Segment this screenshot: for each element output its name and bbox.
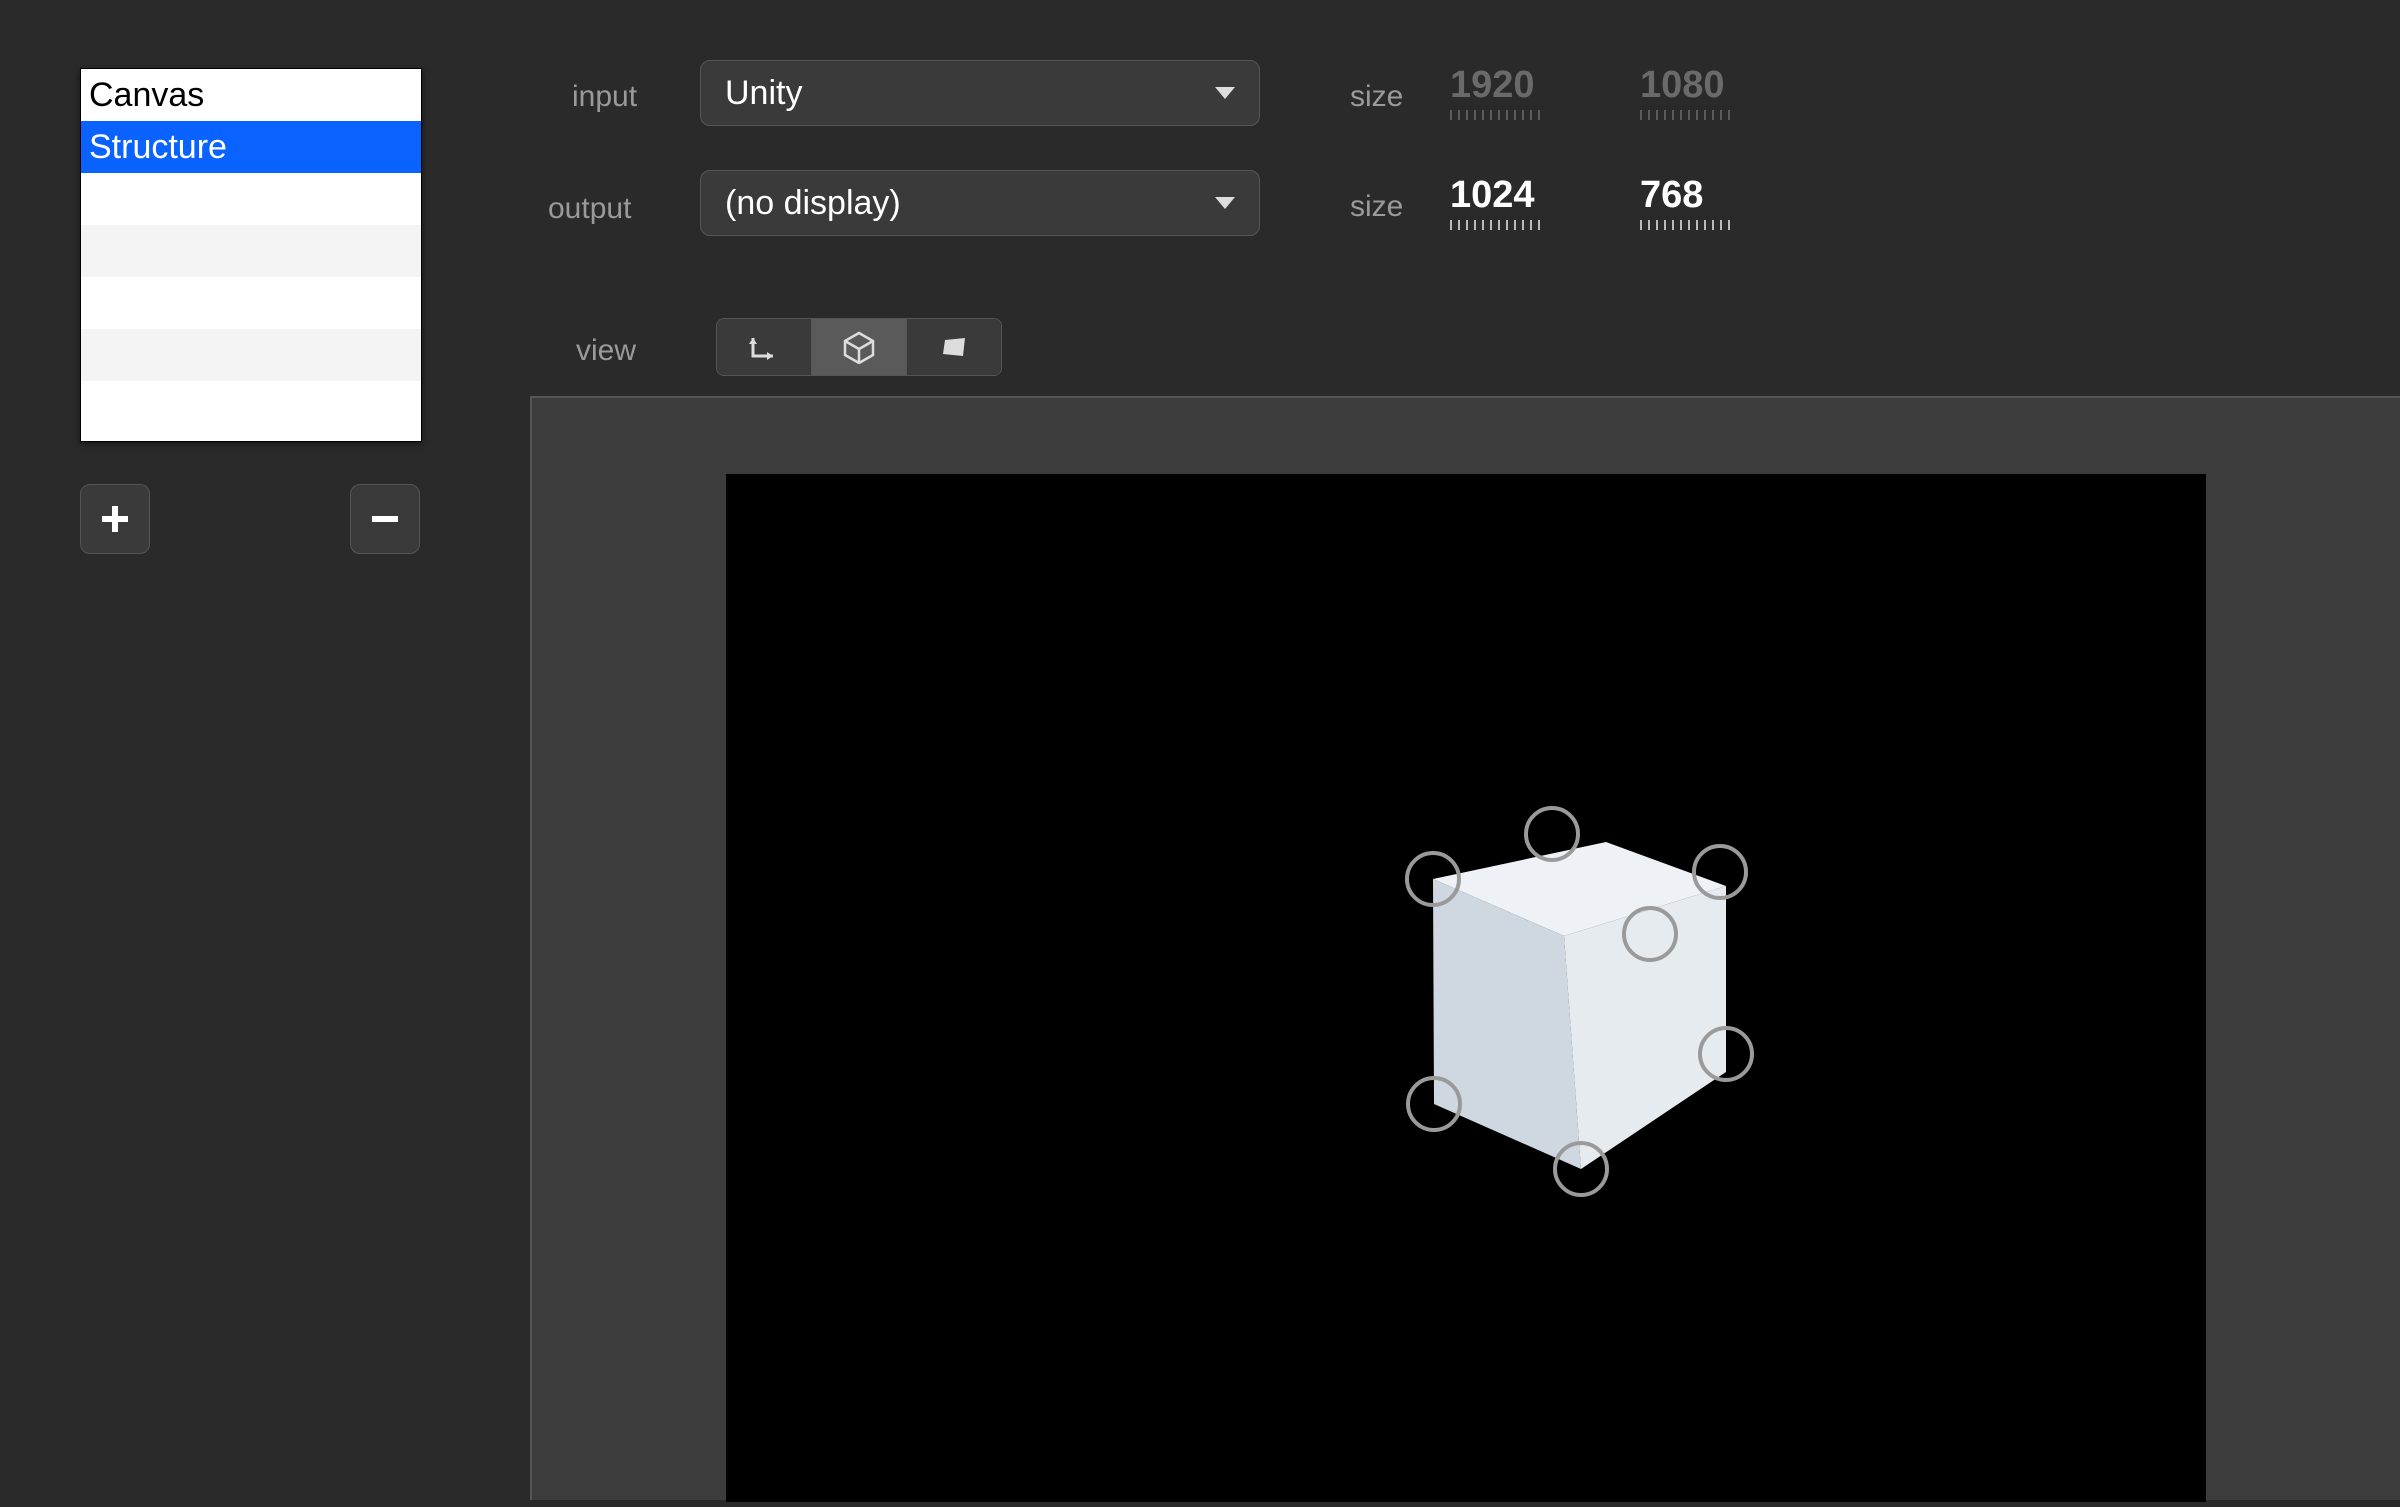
view-mode-toggle	[716, 318, 1002, 376]
solid-shape-icon	[937, 330, 971, 364]
output-dropdown[interactable]: (no display)	[700, 170, 1260, 236]
layer-row-empty[interactable]	[81, 277, 421, 329]
chevron-down-icon	[1215, 87, 1235, 99]
chevron-down-icon	[1215, 197, 1235, 209]
input-width-value[interactable]: 1920	[1450, 64, 1535, 107]
input-height-scrubber[interactable]	[1640, 110, 1736, 120]
transform-icon	[747, 330, 781, 364]
view-label: view	[576, 334, 636, 368]
layer-row-empty[interactable]	[81, 381, 421, 433]
output-height-scrubber[interactable]	[1640, 220, 1736, 230]
output-height-value[interactable]: 768	[1640, 174, 1703, 217]
view-mode-solid[interactable]	[907, 319, 1001, 375]
output-width-scrubber[interactable]	[1450, 220, 1546, 230]
viewport-frame	[530, 396, 2400, 1500]
output-label: output	[548, 192, 631, 226]
input-dropdown-value: Unity	[725, 74, 802, 113]
layer-row-empty[interactable]	[81, 173, 421, 225]
plus-icon	[100, 504, 130, 534]
input-size-label: size	[1350, 80, 1403, 114]
input-label: input	[572, 80, 637, 114]
view-mode-transform[interactable]	[717, 319, 812, 375]
view-mode-wireframe[interactable]	[812, 319, 907, 375]
layer-label: Canvas	[89, 76, 204, 114]
input-dropdown[interactable]: Unity	[700, 60, 1260, 126]
layer-row-canvas[interactable]: Canvas	[81, 69, 421, 121]
minus-icon	[370, 504, 400, 534]
layer-row-empty[interactable]	[81, 329, 421, 381]
layer-label: Structure	[89, 128, 227, 166]
add-layer-button[interactable]	[80, 484, 150, 554]
layers-list[interactable]: Canvas Structure	[80, 68, 422, 442]
output-dropdown-value: (no display)	[725, 184, 901, 223]
cube-outline-icon	[842, 330, 876, 364]
layers-panel: Canvas Structure	[80, 68, 420, 554]
input-height-value[interactable]: 1080	[1640, 64, 1725, 107]
layer-row-structure[interactable]: Structure	[81, 121, 421, 173]
output-size-label: size	[1350, 190, 1403, 224]
layer-row-empty[interactable]	[81, 225, 421, 277]
viewport[interactable]	[726, 474, 2206, 1502]
scene-cube[interactable]	[726, 474, 2206, 1502]
input-width-scrubber[interactable]	[1450, 110, 1546, 120]
remove-layer-button[interactable]	[350, 484, 420, 554]
output-width-value[interactable]: 1024	[1450, 174, 1535, 217]
